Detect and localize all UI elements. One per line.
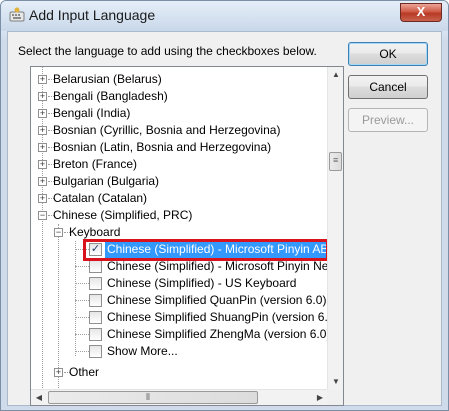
keyboard-item-label: Chinese Simplified ShuangPin (version 6.… <box>107 310 328 324</box>
vertical-scrollbar[interactable]: ▲ ≡ ▼ <box>327 67 343 390</box>
expand-icon[interactable]: + <box>38 160 47 169</box>
tree-item-bosnian-cyrillic[interactable]: + Bosnian (Cyrillic, Bosnia and Herzegov… <box>31 122 328 139</box>
keyboard-item-us-keyboard[interactable]: Chinese (Simplified) - US Keyboard <box>31 275 328 292</box>
expand-icon[interactable]: + <box>38 92 47 101</box>
show-more-item[interactable]: Show More... <box>31 343 328 360</box>
expand-icon[interactable]: + <box>38 75 47 84</box>
grip-icon: ≡ <box>333 155 339 165</box>
tree-item-label: Breton (France) <box>53 157 138 171</box>
keyboard-item-label: Chinese (Simplified) - US Keyboard <box>107 276 297 290</box>
tree-item-bulgarian[interactable]: + Bulgarian (Bulgaria) <box>31 173 328 190</box>
checkbox[interactable] <box>89 345 102 358</box>
tree-connector <box>75 283 89 284</box>
checkbox[interactable] <box>89 311 102 324</box>
checkbox[interactable] <box>89 260 102 273</box>
tree-connector <box>75 317 89 318</box>
tree-item-label: Bosnian (Latin, Bosnia and Herzegovina) <box>53 140 272 154</box>
tree-item-chinese-simplified-prc[interactable]: − Chinese (Simplified, PRC) <box>31 207 328 224</box>
tree-item-bengali-india[interactable]: + Bengali (India) <box>31 105 328 122</box>
tree-item-label: Belarusian (Belarus) <box>53 72 162 86</box>
ok-button[interactable]: OK <box>348 42 428 66</box>
keyboard-item-label: Chinese Simplified QuanPin (version 6.0) <box>107 293 327 307</box>
tree-connector <box>75 351 89 352</box>
tree-content: + Belarusian (Belarus) + Bengali (Bangla… <box>31 67 328 390</box>
scrollbar-corner <box>327 389 343 405</box>
keyboard-item-quanpin[interactable]: Chinese Simplified QuanPin (version 6.0) <box>31 292 328 309</box>
close-button[interactable]: X <box>400 3 442 22</box>
checkbox[interactable] <box>89 277 102 290</box>
ok-label: OK <box>379 47 397 61</box>
tree-item-label: Chinese (Simplified, PRC) <box>53 208 193 222</box>
expand-icon[interactable]: + <box>38 194 47 203</box>
horizontal-scrollbar[interactable]: ◀ ⦀ ▶ <box>31 389 328 405</box>
cancel-label: Cancel <box>369 80 407 94</box>
title-bar[interactable]: Add Input Language X <box>1 1 448 31</box>
tree-item-label: Catalan (Catalan) <box>53 191 148 205</box>
preview-button[interactable]: Preview... <box>348 108 428 132</box>
scroll-right-icon[interactable]: ▶ <box>312 390 328 405</box>
checkbox[interactable] <box>89 328 102 341</box>
expand-icon[interactable]: + <box>38 177 47 186</box>
tree-group-other[interactable]: + Other <box>31 364 328 381</box>
keyboard-app-icon <box>9 7 25 22</box>
tree-item-breton[interactable]: + Breton (France) <box>31 156 328 173</box>
tree-item-label: Bengali (Bangladesh) <box>53 89 168 103</box>
scroll-thumb[interactable]: ⦀ <box>48 391 258 404</box>
tree-item-bengali-bangladesh[interactable]: + Bengali (Bangladesh) <box>31 88 328 105</box>
collapse-icon[interactable]: − <box>38 211 47 220</box>
tree-item-label: Bulgarian (Bulgaria) <box>53 174 160 188</box>
checkbox[interactable] <box>89 294 102 307</box>
tree-item-label: Bosnian (Cyrillic, Bosnia and Herzegovin… <box>53 123 281 137</box>
scroll-thumb[interactable]: ≡ <box>329 152 342 171</box>
scroll-up-icon[interactable]: ▲ <box>328 67 343 83</box>
instruction-text: Select the language to add using the che… <box>18 44 317 58</box>
tree-connector <box>75 266 89 267</box>
dialog-client-area: Select the language to add using the che… <box>7 31 442 406</box>
tree-connector <box>75 300 89 301</box>
scroll-down-icon[interactable]: ▼ <box>328 374 343 390</box>
scroll-left-icon[interactable]: ◀ <box>31 390 47 405</box>
preview-label: Preview... <box>361 113 415 127</box>
tree-group-label: Other <box>69 365 100 379</box>
tree-item-label: Bengali (India) <box>53 106 131 120</box>
collapse-icon[interactable]: − <box>54 228 63 237</box>
annotation-highlight <box>83 239 328 261</box>
grip-icon: ⦀ <box>146 392 150 402</box>
tree-item-catalan[interactable]: + Catalan (Catalan) <box>31 190 328 207</box>
expand-icon[interactable]: + <box>54 368 63 377</box>
keyboard-item-label: Chinese Simplified ZhengMa (version 6.0) <box>107 327 328 341</box>
expand-icon[interactable]: + <box>38 143 47 152</box>
tree-connector <box>75 334 89 335</box>
add-input-language-dialog: Add Input Language X Select the language… <box>0 0 449 411</box>
tree-item-bosnian-latin[interactable]: + Bosnian (Latin, Bosnia and Herzegovina… <box>31 139 328 156</box>
close-icon: X <box>416 4 426 19</box>
keyboard-item-zhengma[interactable]: Chinese Simplified ZhengMa (version 6.0) <box>31 326 328 343</box>
expand-icon[interactable]: + <box>38 109 47 118</box>
cancel-button[interactable]: Cancel <box>348 75 428 99</box>
tree-item-belarusian[interactable]: + Belarusian (Belarus) <box>31 71 328 88</box>
show-more-label: Show More... <box>107 344 178 358</box>
expand-icon[interactable]: + <box>38 126 47 135</box>
keyboard-item-shuangpin[interactable]: Chinese Simplified ShuangPin (version 6.… <box>31 309 328 326</box>
window-title: Add Input Language <box>29 7 156 23</box>
language-tree[interactable]: + Belarusian (Belarus) + Bengali (Bangla… <box>30 66 344 406</box>
